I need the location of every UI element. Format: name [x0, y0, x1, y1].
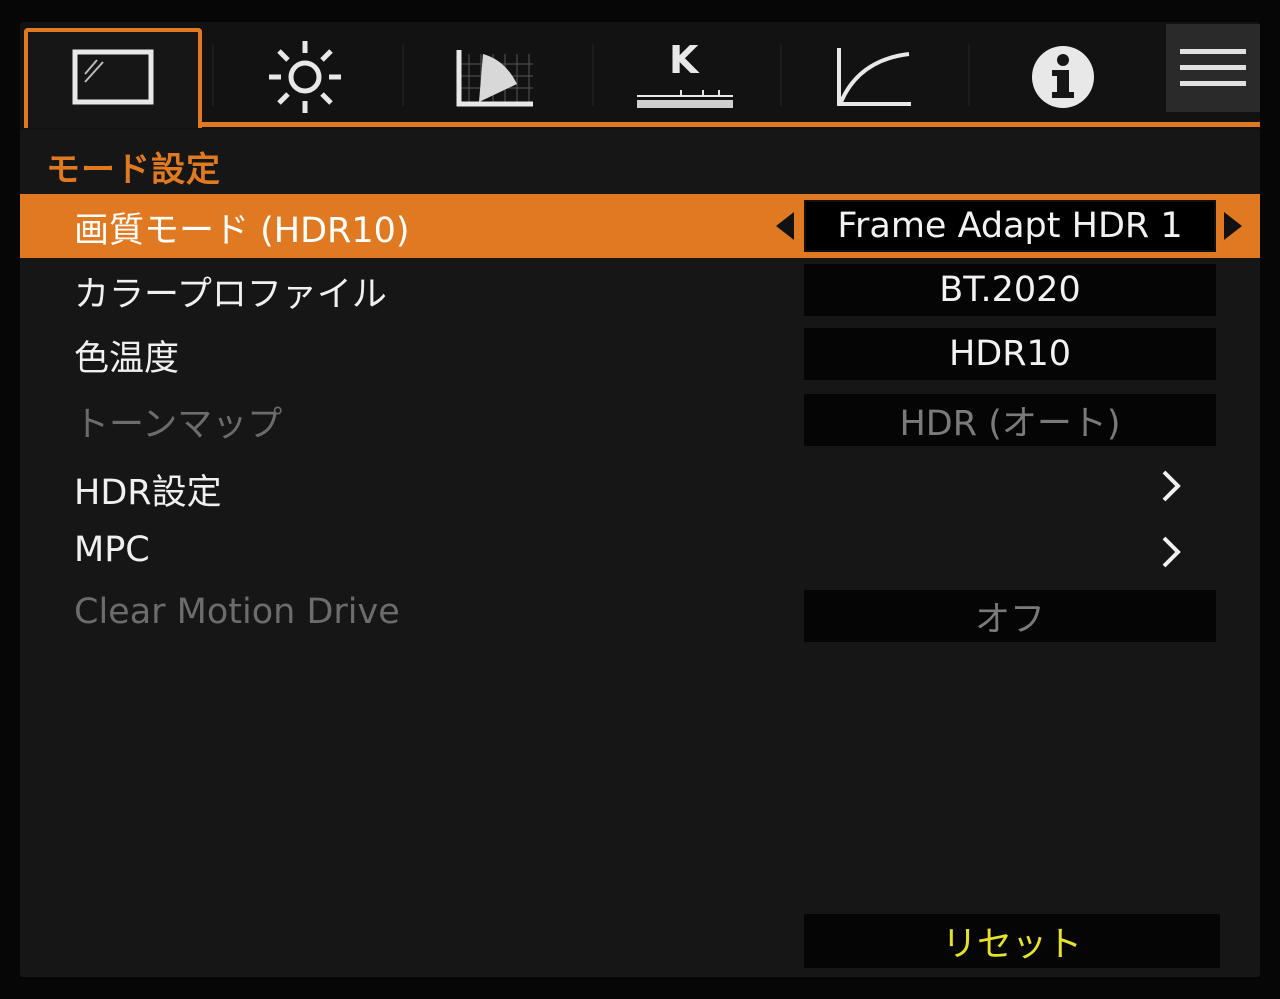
- tab-separator: [212, 44, 214, 106]
- gamma-curve-icon: [837, 48, 911, 106]
- tab-underline: [202, 122, 1260, 127]
- setting-row-mpc[interactable]: MPC: [20, 522, 1260, 586]
- tab-separator: [402, 44, 404, 106]
- setting-row-tone-map: トーンマップ HDR (オート): [20, 388, 1260, 452]
- tab-gamma[interactable]: [784, 32, 962, 122]
- tab-brightness[interactable]: [216, 32, 394, 122]
- setting-row-color-temperature[interactable]: 色温度 HDR10: [20, 322, 1260, 386]
- info-icon: [1032, 46, 1094, 108]
- color-temperature-k-icon: K: [635, 38, 735, 112]
- arrow-right-icon[interactable]: [1224, 212, 1242, 240]
- setting-label: Clear Motion Drive: [74, 592, 400, 632]
- tab-separator: [968, 44, 970, 106]
- setting-label: MPC: [74, 530, 150, 570]
- k-label: K: [669, 38, 699, 82]
- tab-picture-mode[interactable]: [24, 32, 202, 122]
- tab-bar: K: [20, 22, 1260, 130]
- setting-label: 画質モード (HDR10): [74, 211, 410, 251]
- section-title: モード設定: [46, 150, 221, 190]
- brightness-icon: [269, 41, 341, 113]
- reset-button[interactable]: リセット: [804, 914, 1220, 968]
- setting-value[interactable]: Frame Adapt HDR 1: [804, 200, 1216, 252]
- picture-mode-icon: [72, 49, 154, 105]
- setting-label: HDR設定: [74, 473, 222, 513]
- setting-row-picture-mode[interactable]: 画質モード (HDR10) Frame Adapt HDR 1: [20, 194, 1260, 258]
- osd-menu-screen: K モード設定 画質モード (HDR10) Frame Adapt HDR 1 …: [20, 22, 1260, 977]
- setting-value[interactable]: HDR10: [804, 328, 1216, 380]
- tab-info[interactable]: [972, 32, 1154, 122]
- chevron-right-icon: [1162, 536, 1181, 568]
- setting-value[interactable]: BT.2020: [804, 264, 1216, 316]
- tab-separator: [780, 44, 782, 106]
- setting-label: トーンマップ: [74, 405, 283, 445]
- setting-row-color-profile[interactable]: カラープロファイル BT.2020: [20, 258, 1260, 322]
- menu-icon: [1180, 49, 1246, 86]
- setting-row-hdr-settings[interactable]: HDR設定: [20, 456, 1260, 520]
- tab-color-temperature[interactable]: K: [596, 32, 774, 122]
- setting-label: 色温度: [74, 339, 180, 379]
- setting-row-clear-motion-drive: Clear Motion Drive オフ: [20, 584, 1260, 648]
- tab-color-gamut[interactable]: [406, 32, 584, 122]
- chevron-right-icon: [1162, 470, 1181, 502]
- tab-menu[interactable]: [1166, 24, 1260, 112]
- arrow-left-icon[interactable]: [776, 212, 794, 240]
- setting-label: カラープロファイル: [74, 275, 387, 315]
- setting-value: HDR (オート): [804, 394, 1216, 446]
- tab-separator: [592, 44, 594, 106]
- color-gamut-icon: [456, 50, 533, 107]
- setting-value: オフ: [804, 590, 1216, 642]
